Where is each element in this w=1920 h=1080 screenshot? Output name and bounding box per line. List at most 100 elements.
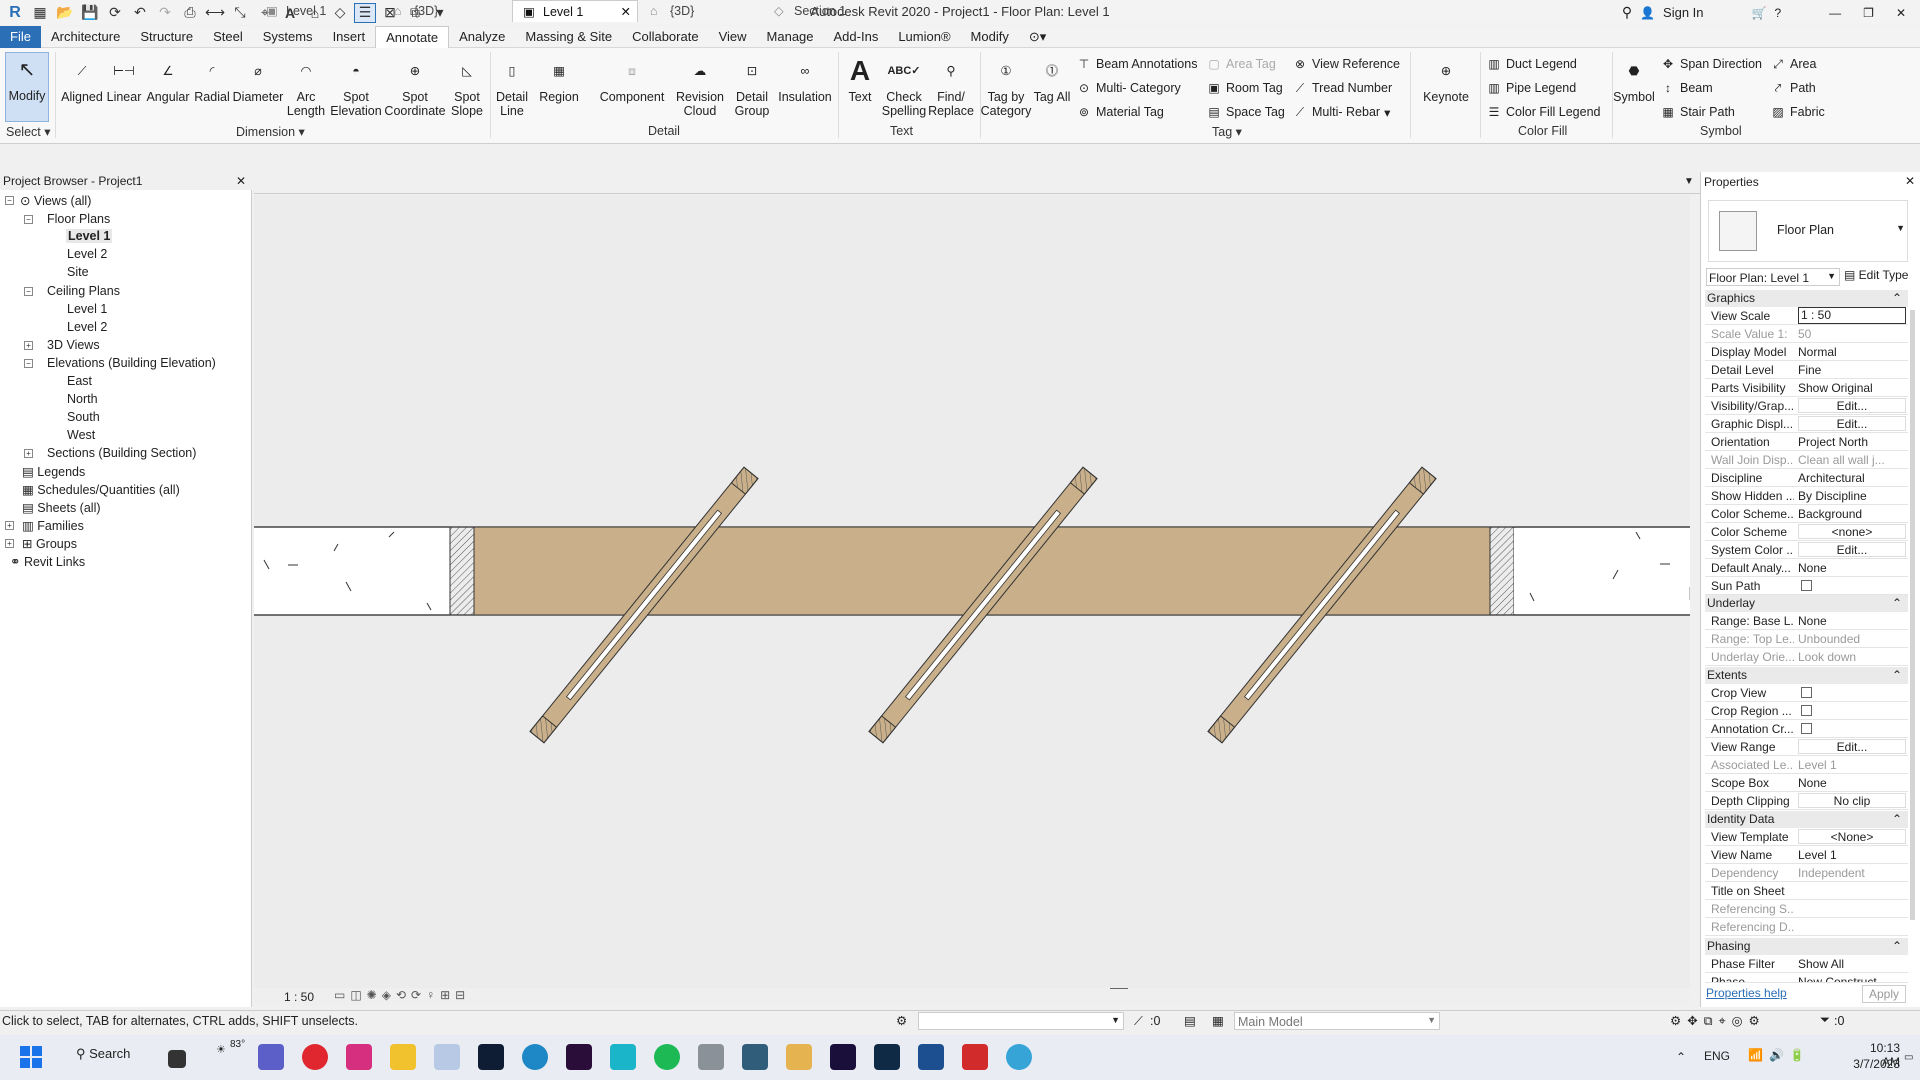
drawing-canvas[interactable] [254,195,1691,993]
taskbar-search[interactable]: ⚲ Search [76,1046,130,1062]
color-fill-legend-button[interactable]: ☰ Color Fill Legend [1486,104,1601,120]
property-row[interactable]: View Scale 1 : 50 [1705,307,1908,325]
app-icon-2[interactable] [698,1044,724,1070]
property-row[interactable]: View Range Edit... [1705,738,1908,756]
room-tag-button[interactable]: ▣ Room Tag [1206,80,1282,96]
fabric-symbol-button[interactable]: ▨ Fabric [1770,104,1824,120]
photos-icon[interactable] [434,1044,460,1070]
section-phasing[interactable]: Phasing ⌃ [1705,938,1908,955]
find-replace-button[interactable]: ⚲ Find/ Replace [926,54,976,118]
tab-3d-b[interactable]: ⌂ {3D} [640,0,768,22]
property-value[interactable]: New Construct... [1798,975,1906,982]
property-value[interactable]: Project North [1798,435,1906,449]
property-row[interactable]: Annotation Cr... [1705,720,1908,738]
property-value[interactable]: Edit... [1798,542,1906,557]
property-row[interactable]: View Template <None> [1705,828,1908,846]
checkbox[interactable] [1801,723,1812,734]
instance-selector[interactable]: Floor Plan: Level 1 ▼ [1706,268,1840,286]
property-row[interactable]: Wall Join Disp... Clean all wall j... [1705,451,1908,469]
menu-structure[interactable]: Structure [130,26,203,48]
diameter-dimension-button[interactable]: ⌀ Diameter [231,54,285,104]
property-value[interactable]: Normal [1798,345,1906,359]
tree-elevation-west[interactable]: West [67,428,95,442]
property-row[interactable]: Display Model Normal [1705,343,1908,361]
editable-only-icon[interactable]: ⟋ [1134,1014,1143,1029]
select-group-label[interactable]: Select ▾ [6,124,51,139]
tag-by-category-button[interactable]: ① Tag by Category [980,54,1032,118]
property-value[interactable]: Look down [1798,650,1906,664]
property-row[interactable]: Crop View [1705,684,1908,702]
weather-widget[interactable]: ☀ 83° [216,1039,245,1056]
property-value[interactable]: <none> [1798,524,1906,539]
property-row[interactable]: Show Hidden ... By Discipline [1705,487,1908,505]
property-row[interactable]: Underlay Orie... Look down [1705,648,1908,666]
property-row[interactable]: Range: Base L... None [1705,612,1908,630]
edit-type-button[interactable]: ▤ Edit Type [1844,268,1908,282]
region-button[interactable]: ▦ Region [534,54,584,104]
property-row[interactable]: Depth Clipping No clip [1705,792,1908,810]
property-row[interactable]: Visibility/Grap... Edit... [1705,397,1908,415]
property-row[interactable]: Referencing S... [1705,900,1908,918]
duct-legend-button[interactable]: ▥ Duct Legend [1486,56,1577,72]
tree-ceiling-plan-level-2[interactable]: Level 2 [67,320,107,334]
design-options-icon[interactable]: ▤ [1184,1013,1196,1028]
area-tag-button[interactable]: ▢ Area Tag [1206,56,1275,72]
section-graphics[interactable]: Graphics ⌃ [1705,290,1908,307]
property-value[interactable]: Clean all wall j... [1798,453,1906,467]
property-row[interactable]: Discipline Architectural [1705,469,1908,487]
language-indicator[interactable]: ENG [1704,1049,1730,1063]
menu-architecture[interactable]: Architecture [41,26,130,48]
menu-modify[interactable]: Modify [961,26,1019,48]
property-row[interactable]: Phase Filter Show All [1705,955,1908,973]
tree-groups[interactable]: ⊞ Groups [22,536,77,551]
scroll-handle[interactable] [1110,988,1128,989]
file-explorer-icon[interactable] [390,1044,416,1070]
section-extents[interactable]: Extents ⌃ [1705,667,1908,684]
spot-slope-button[interactable]: ◺ Spot Slope [447,54,487,118]
property-row[interactable]: Title on Sheet [1705,882,1908,900]
property-row[interactable]: Range: Top Le... Unbounded [1705,630,1908,648]
tree-legends[interactable]: ▤ Legends [22,464,85,479]
menu-lumion[interactable]: Lumion® [888,26,960,48]
workset-dropdown[interactable]: ▼ [918,1012,1124,1030]
property-row[interactable]: View Name Level 1 [1705,846,1908,864]
multi-category-button[interactable]: ⊙ Multi- Category [1076,80,1181,96]
dimension-group-label[interactable]: Dimension ▾ [236,124,305,139]
menu-massing-site[interactable]: Massing & Site [515,26,622,48]
property-row[interactable]: Parts Visibility Show Original [1705,379,1908,397]
notifications-icon[interactable]: ▭ [1904,1052,1913,1063]
checkbox[interactable] [1801,580,1812,591]
revision-cloud-button[interactable]: ☁ Revision Cloud [672,54,728,118]
collapse-toggle[interactable]: − [24,359,33,368]
menu-insert[interactable]: Insert [323,26,376,48]
menu-add-ins[interactable]: Add-Ins [824,26,889,48]
lightroom-icon[interactable] [478,1044,504,1070]
symbol-button[interactable]: ⬣ Symbol [1612,54,1656,104]
property-row[interactable]: Sun Path [1705,577,1908,595]
expand-toggle[interactable]: + [24,341,33,350]
close-icon[interactable]: ✕ [1905,174,1915,188]
wall-left[interactable] [254,527,450,615]
collapse-toggle[interactable]: − [24,287,33,296]
view-scale-control[interactable]: 1 : 50 [284,990,314,1004]
property-value[interactable]: None [1798,776,1906,790]
menu-file[interactable]: File [0,25,41,48]
checkbox[interactable] [1801,705,1812,716]
cart-icon[interactable]: 🛒 [1752,6,1767,20]
after-effects-icon[interactable] [830,1044,856,1070]
tag-group-label[interactable]: Tag ▾ [1212,124,1242,139]
tabs-dropdown-icon[interactable]: ▼ [1684,176,1694,187]
pipe-legend-button[interactable]: ▥ Pipe Legend [1486,80,1576,96]
revit-taskbar-icon[interactable] [918,1044,944,1070]
tree-families[interactable]: ▥ Families [22,518,84,533]
expand-toggle[interactable]: + [24,449,33,458]
property-value[interactable]: None [1798,561,1906,575]
section-underlay[interactable]: Underlay ⌃ [1705,595,1908,612]
property-row[interactable]: Graphic Displ... Edit... [1705,415,1908,433]
angular-dimension-button[interactable]: ∠ Angular [144,54,192,104]
property-row[interactable]: Detail Level Fine [1705,361,1908,379]
section-identity-data[interactable]: Identity Data ⌃ [1705,811,1908,828]
apply-button[interactable]: Apply [1862,985,1906,1003]
property-value[interactable]: Unbounded [1798,632,1906,646]
property-value[interactable]: Edit... [1798,739,1906,754]
